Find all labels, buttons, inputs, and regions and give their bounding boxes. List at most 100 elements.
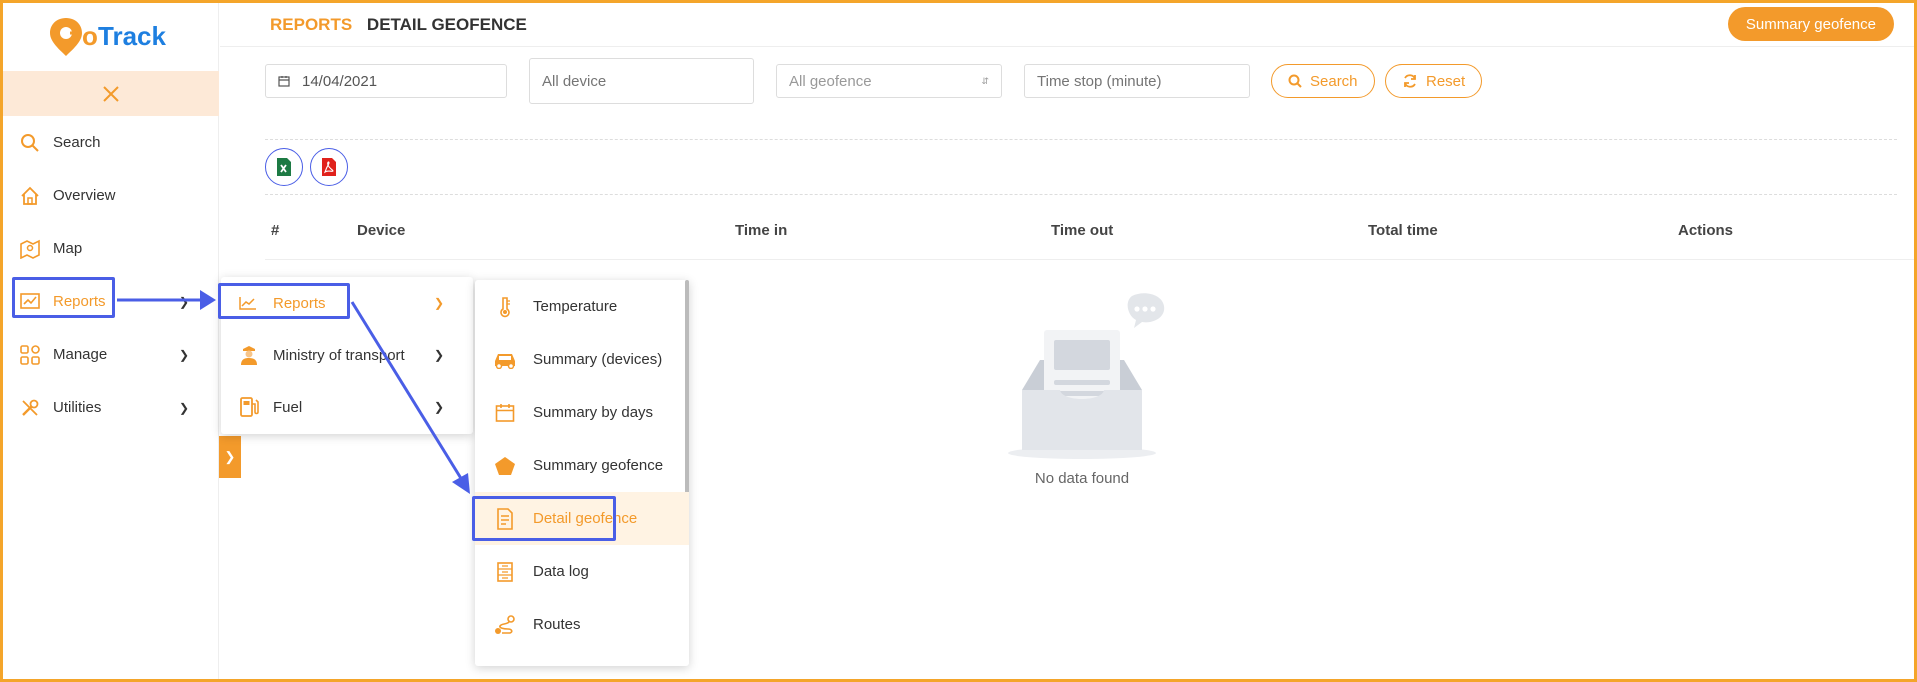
report-item-label: Data log bbox=[533, 563, 589, 580]
svg-text:o: o bbox=[82, 21, 98, 51]
submenu-item-ministry-of-transport[interactable]: Ministry of transport ❯ bbox=[221, 329, 473, 381]
chevron-right-icon: ❯ bbox=[434, 348, 445, 362]
reset-button[interactable]: Reset bbox=[1385, 64, 1483, 98]
thermometer-icon bbox=[493, 296, 517, 318]
sidebar-item-label: Overview bbox=[53, 187, 116, 204]
calendar-icon bbox=[278, 75, 290, 87]
empty-state-text: No data found bbox=[1034, 470, 1130, 487]
chevron-right-icon: ❯ bbox=[179, 347, 190, 362]
report-item-summary-devices[interactable]: Summary (devices) bbox=[475, 333, 689, 386]
gotrack-logo-icon: o Track bbox=[49, 17, 166, 56]
submenu-item-label: Fuel bbox=[273, 398, 303, 416]
report-item-summary-geofence[interactable]: Summary geofence bbox=[475, 439, 689, 492]
report-item-label: Detail geofence bbox=[533, 510, 638, 527]
column-header-time-out[interactable]: Time out bbox=[1051, 222, 1113, 239]
grid-icon bbox=[19, 344, 41, 366]
breadcrumb-section[interactable]: REPORTS bbox=[270, 15, 352, 34]
device-select[interactable] bbox=[529, 58, 754, 104]
pdf-icon bbox=[322, 158, 336, 176]
page-header: REPORTS DETAIL GEOFENCE Summary geofence bbox=[220, 3, 1914, 47]
chevron-right-icon: ❯ bbox=[224, 449, 236, 464]
summary-geofence-button[interactable]: Summary geofence bbox=[1727, 7, 1894, 41]
reset-button-label: Reset bbox=[1426, 72, 1466, 90]
map-icon bbox=[19, 238, 41, 260]
chevron-right-icon: ❯ bbox=[434, 400, 445, 414]
refresh-icon bbox=[1402, 73, 1418, 89]
empty-state-illustration bbox=[1000, 290, 1180, 465]
search-icon bbox=[1288, 74, 1302, 88]
close-sidebar-button[interactable] bbox=[3, 71, 219, 116]
time-stop-input[interactable] bbox=[1037, 72, 1249, 90]
report-item-temperature[interactable]: Temperature bbox=[475, 280, 689, 333]
officer-icon bbox=[239, 344, 261, 366]
search-button[interactable]: Search bbox=[1271, 64, 1375, 98]
report-item-label: Summary by days bbox=[533, 404, 654, 421]
tools-icon bbox=[19, 397, 41, 419]
report-item-label: Routes bbox=[533, 616, 581, 633]
submenu-item-fuel[interactable]: Fuel ❯ bbox=[221, 381, 473, 433]
calendar-icon bbox=[493, 403, 517, 423]
report-item-label: Temperature bbox=[533, 298, 618, 315]
date-value: 14/04/2021 bbox=[302, 72, 378, 90]
breadcrumb: REPORTS DETAIL GEOFENCE bbox=[270, 15, 527, 35]
report-item-summary-by-days[interactable]: Summary by days bbox=[475, 386, 689, 439]
export-pdf-button[interactable] bbox=[310, 148, 348, 186]
sidebar-item-label: Manage bbox=[53, 346, 108, 363]
expand-sidebar-button[interactable]: ❯ bbox=[219, 436, 241, 478]
chart-icon bbox=[239, 296, 261, 310]
search-button-label: Search bbox=[1310, 72, 1358, 90]
column-header-time-in[interactable]: Time in bbox=[735, 222, 787, 239]
report-item-routes[interactable]: Routes bbox=[475, 598, 689, 651]
date-picker[interactable]: 14/04/2021 bbox=[265, 64, 507, 98]
column-header-actions: Actions bbox=[1678, 222, 1734, 239]
geofence-placeholder: All geofence bbox=[789, 72, 872, 90]
pentagon-icon bbox=[493, 456, 517, 476]
sidebar-item-map[interactable]: Map bbox=[3, 222, 219, 275]
empty-inbox-icon bbox=[1008, 293, 1165, 459]
sidebar-item-overview[interactable]: Overview bbox=[3, 169, 219, 222]
document-icon bbox=[493, 507, 517, 530]
report-item-data-log[interactable]: Data log bbox=[475, 545, 689, 598]
time-stop-field[interactable] bbox=[1024, 64, 1250, 98]
search-icon bbox=[19, 132, 41, 154]
car-icon bbox=[493, 351, 517, 369]
chevron-right-icon: ❯ bbox=[179, 294, 190, 309]
datalog-icon bbox=[493, 561, 517, 582]
column-header-index: # bbox=[271, 222, 280, 239]
select-arrows-icon: ⇵ bbox=[981, 75, 989, 86]
report-item-label: Summary (devices) bbox=[533, 351, 663, 368]
divider bbox=[265, 139, 1897, 140]
geofence-select[interactable]: All geofence ⇵ bbox=[776, 64, 1002, 98]
submenu-item-reports[interactable]: Reports ❯ bbox=[221, 277, 473, 329]
submenu-item-label: Reports bbox=[273, 294, 326, 312]
excel-icon bbox=[277, 158, 291, 176]
fuel-icon bbox=[239, 396, 261, 418]
report-types-submenu: Temperature Summary (devices) Summary by… bbox=[475, 280, 689, 666]
table-header: # Device Time in Time out Total time Act… bbox=[265, 210, 1914, 260]
chevron-right-icon: ❯ bbox=[179, 400, 190, 415]
close-icon bbox=[103, 85, 119, 102]
sidebar-item-label: Utilities bbox=[53, 399, 102, 416]
column-header-total-time[interactable]: Total time bbox=[1368, 222, 1438, 239]
chevron-right-icon: ❯ bbox=[434, 296, 445, 310]
divider bbox=[265, 194, 1897, 195]
export-excel-button[interactable] bbox=[265, 148, 303, 186]
logo[interactable]: o Track bbox=[3, 3, 218, 68]
sidebar-item-label: Reports bbox=[53, 293, 106, 310]
submenu-item-label: Ministry of transport bbox=[273, 346, 405, 364]
page-title: DETAIL GEOFENCE bbox=[366, 15, 527, 34]
svg-text:Track: Track bbox=[98, 21, 166, 51]
chart-icon bbox=[19, 291, 41, 313]
sidebar-nav: Search Overview Map Reports ❯ Manage ❯ U… bbox=[3, 116, 219, 434]
column-header-device[interactable]: Device bbox=[357, 222, 405, 239]
sidebar-item-label: Search bbox=[53, 134, 101, 151]
sidebar-item-manage[interactable]: Manage ❯ bbox=[3, 328, 219, 381]
sidebar-item-search[interactable]: Search bbox=[3, 116, 219, 169]
home-icon bbox=[19, 185, 41, 207]
sidebar-item-reports[interactable]: Reports ❯ bbox=[3, 275, 219, 328]
report-item-detail-geofence[interactable]: Detail geofence bbox=[475, 492, 689, 545]
sidebar-item-utilities[interactable]: Utilities ❯ bbox=[3, 381, 219, 434]
device-input[interactable] bbox=[542, 72, 753, 90]
reports-submenu: Reports ❯ Ministry of transport ❯ Fuel ❯ bbox=[221, 277, 473, 434]
sidebar-item-label: Map bbox=[53, 240, 83, 257]
